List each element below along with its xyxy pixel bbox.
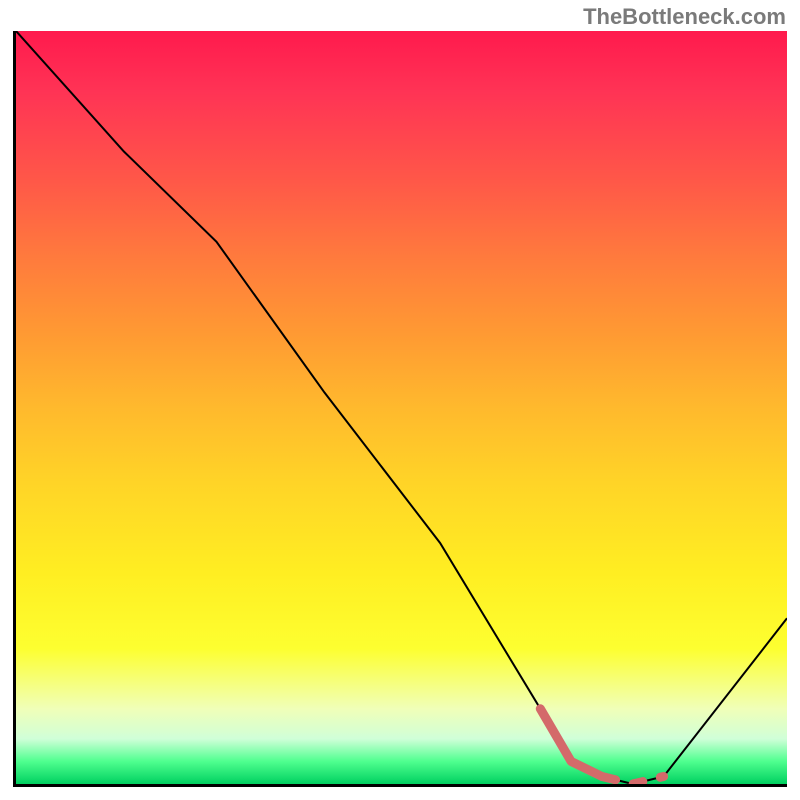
chart-svg	[16, 31, 787, 784]
watermark-text: TheBottleneck.com	[583, 4, 786, 30]
chart-container: TheBottleneck.com	[0, 0, 800, 800]
highlight-line	[540, 709, 663, 784]
plot-area	[13, 31, 787, 787]
curve-line	[16, 31, 787, 784]
